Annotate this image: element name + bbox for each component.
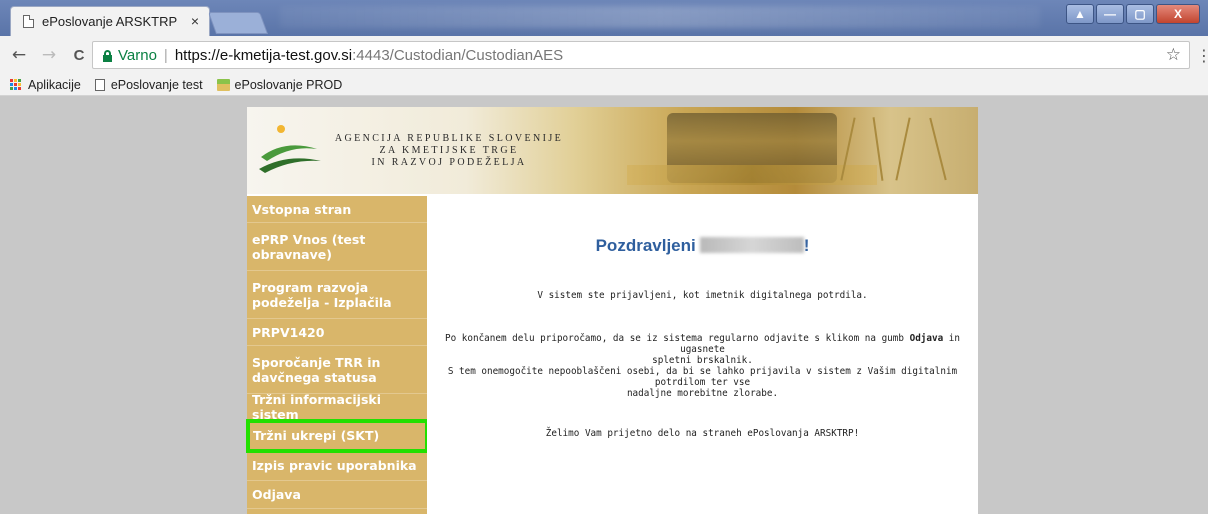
combine-harvester-image <box>627 113 877 185</box>
tab-close-icon[interactable]: × <box>191 13 199 29</box>
address-separator: | <box>163 46 168 64</box>
sidebar-item-izpis-pravic[interactable]: Izpis pravic uporabnika <box>247 451 427 481</box>
logout-advice-text: Po končanem delu priporočamo, da se iz s… <box>445 333 904 344</box>
farm-favicon-icon <box>216 78 230 91</box>
header-banner: AGENCIJA REPUBLIKE SLOVENIJE ZA KMETIJSK… <box>247 107 978 194</box>
reload-icon[interactable]: C <box>68 44 90 66</box>
tab-eposlovanje[interactable]: ePoslovanje ARSKTRP × <box>10 6 210 36</box>
logout-advice-text: S tem onemogočite nepooblaščeni osebi, d… <box>447 366 958 388</box>
logout-advice-text: spletni brskalnik. <box>652 355 753 366</box>
bookmark-eposlovanje-prod[interactable]: ePoslovanje PROD <box>216 77 343 92</box>
bookmark-star-icon[interactable]: ☆ <box>1166 45 1181 65</box>
bookmark-apps[interactable]: Aplikacije <box>10 78 81 92</box>
agency-name-line: AGENCIJA REPUBLIKE SLOVENIJE <box>334 133 564 144</box>
bookmarks-bar: Aplikacije ePoslovanje test ePoslovanje … <box>0 74 1208 96</box>
sidebar-item-trzni-informacijski[interactable]: Tržni informacijski sistem <box>247 392 427 422</box>
browser-toolbar: ← → C Varno | https://e-kmetija-test.gov… <box>0 36 1208 74</box>
close-window-button[interactable]: X <box>1156 4 1200 24</box>
url-host: https://e-kmetija-test.gov.si <box>174 46 353 64</box>
bookmark-eposlovanje-test[interactable]: ePoslovanje test <box>94 77 203 92</box>
bookmark-label: Aplikacije <box>28 77 81 92</box>
tab-title: ePoslovanje ARSKTRP <box>42 14 178 29</box>
sidebar-item-program-razvoja[interactable]: Program razvoja podeželja - Izplačila <box>247 271 427 319</box>
new-tab-button[interactable] <box>207 12 269 34</box>
wheat-stalk <box>929 117 947 181</box>
agency-name-line: IN RAZVOJ PODEŽELJA <box>371 157 527 168</box>
arsktrp-logo-icon <box>259 125 321 173</box>
login-message: V sistem ste prijavljeni, kot imetnik di… <box>537 290 868 301</box>
sidebar-item-sporocanje-trr[interactable]: Sporočanje TRR in davčnega statusa <box>247 346 427 394</box>
maximize-button[interactable]: ▢ <box>1126 4 1154 24</box>
minimize-button[interactable]: — <box>1096 4 1124 24</box>
sidebar-item-vstopna-stran[interactable]: Vstopna stran <box>247 196 427 223</box>
page-container: AGENCIJA REPUBLIKE SLOVENIJE ZA KMETIJSK… <box>246 107 978 514</box>
sidebar-item-prpv1420[interactable]: PRPV1420 <box>247 319 427 346</box>
sidebar-menu: Vstopna stran ePRP Vnos (test obravnave)… <box>246 196 429 514</box>
greeting-prefix: Pozdravljeni <box>595 236 696 255</box>
browser-menu-icon[interactable]: ⋮ <box>1196 46 1208 65</box>
logout-keyword: Odjava <box>909 333 944 344</box>
greeting-suffix: ! <box>803 236 810 255</box>
page-icon <box>23 15 34 28</box>
redacted-user-name <box>699 237 804 253</box>
logout-advice: Po končanem delu priporočamo, da se iz s… <box>427 333 978 399</box>
apps-grid-icon <box>10 78 22 91</box>
browser-titlebar: ePoslovanje ARSKTRP × ▲ — ▢ X <box>0 0 1208 36</box>
bookmark-label: ePoslovanje test <box>110 77 203 92</box>
window-controls: ▲ — ▢ X <box>1066 4 1200 24</box>
logout-advice-text: nadaljne morebitne zlorabe. <box>626 388 779 399</box>
wheat-stalk <box>895 117 911 181</box>
main-content: Pozdravljeni! V sistem ste prijavljeni, … <box>427 196 978 514</box>
farewell-message: Želimo Vam prijetno delo na straneh ePos… <box>545 428 860 439</box>
url-path: :4443/Custodian/CustodianAES <box>352 46 564 64</box>
sidebar-item-odjava[interactable]: Odjava <box>247 481 427 509</box>
lock-icon <box>103 49 112 62</box>
blurred-window-title <box>280 6 1040 28</box>
agency-name-line: ZA KMETIJSKE TRGE <box>379 145 519 156</box>
greeting-heading: Pozdravljeni! <box>427 236 978 256</box>
bookmark-label: ePoslovanje PROD <box>234 77 343 92</box>
sidebar-item-eprp-vnos[interactable]: ePRP Vnos (test obravnave) <box>247 223 427 271</box>
user-icon[interactable]: ▲ <box>1066 4 1094 24</box>
secure-label: Varno <box>118 46 157 64</box>
forward-arrow-icon[interactable]: → <box>38 44 60 66</box>
sidebar-item-trzni-ukrepi[interactable]: Tržni ukrepi (SKT) <box>246 419 429 453</box>
agency-name: AGENCIJA REPUBLIKE SLOVENIJE ZA KMETIJSK… <box>329 133 569 169</box>
back-arrow-icon[interactable]: ← <box>8 44 30 66</box>
page-icon <box>94 78 105 91</box>
address-bar[interactable]: Varno | https://e-kmetija-test.gov.si:44… <box>92 41 1190 69</box>
